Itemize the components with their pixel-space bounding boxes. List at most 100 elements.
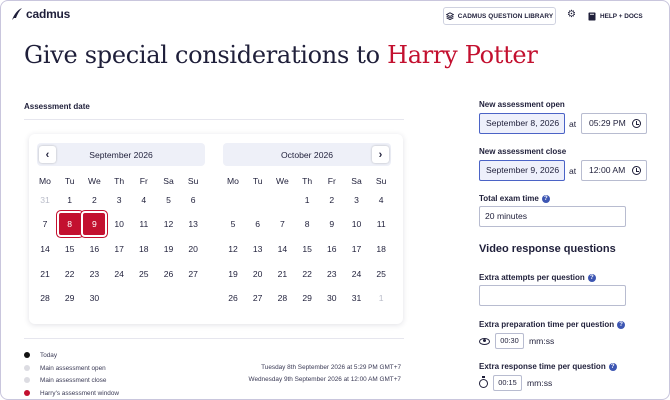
weekday-label: Tu [252, 176, 263, 186]
info-icon[interactable]: ? [587, 273, 596, 282]
new-open-label: New assessment open [479, 100, 565, 109]
calendar-day[interactable]: 7 [271, 213, 293, 235]
calendar-day[interactable]: 2 [321, 189, 343, 211]
calendar-day[interactable]: 7 [34, 213, 56, 235]
calendar-day[interactable]: 13 [247, 238, 269, 260]
extra-attempts-label-text: Extra attempts per question [479, 273, 585, 282]
new-close-label-text: New assessment close [479, 147, 567, 156]
calendar-day[interactable]: 20 [247, 263, 269, 285]
calendar-day[interactable]: 29 [59, 287, 81, 309]
calendar-day[interactable]: 15 [59, 238, 81, 260]
calendar-day[interactable]: 9 [81, 211, 108, 237]
calendar-day[interactable]: 14 [271, 238, 293, 260]
calendar-day[interactable]: 28 [271, 287, 293, 309]
help-docs-label: HELP + DOCS [600, 12, 643, 20]
calendar-day[interactable]: 27 [182, 263, 204, 285]
calendar-day[interactable]: 27 [247, 287, 269, 309]
extra-attempts-label: Extra attempts per question ? [479, 273, 596, 282]
calendar-day[interactable]: 5 [158, 189, 180, 211]
calendar-day[interactable]: 29 [296, 287, 318, 309]
calendar-day[interactable]: 6 [182, 189, 204, 211]
question-library-button[interactable]: CADMUS QUESTION LIBRARY [443, 7, 556, 25]
calendar-day[interactable]: 15 [296, 238, 318, 260]
calendar-day[interactable]: 26 [158, 263, 180, 285]
calendar-day[interactable]: 8 [56, 211, 83, 237]
close-time-input[interactable]: 12:00 AM [581, 160, 647, 181]
legend-item: Harry's assessment window [24, 388, 119, 398]
calendar-day[interactable]: 31 [346, 287, 368, 309]
assessment-date-label: Assessment date [24, 102, 90, 111]
calendar-day[interactable]: 28 [34, 287, 56, 309]
extra-prep-label: Extra preparation time per question ? [479, 320, 626, 329]
legend-divider [24, 338, 404, 339]
calendar-day[interactable]: 2 [83, 189, 105, 211]
close-date-input[interactable]: September 9, 2026 [479, 160, 565, 181]
info-icon[interactable]: ? [617, 320, 626, 329]
calendar-day[interactable]: 3 [346, 189, 368, 211]
calendar-day[interactable]: 17 [346, 238, 368, 260]
calendar-day[interactable]: 24 [346, 263, 368, 285]
calendar-day[interactable]: 18 [370, 238, 392, 260]
extra-prep-input[interactable]: 00:30 [495, 333, 524, 349]
legend-label: Today [40, 351, 58, 359]
calendar-day[interactable]: 19 [222, 263, 244, 285]
calendar-day[interactable]: 21 [271, 263, 293, 285]
calendar-day[interactable]: 11 [370, 213, 392, 235]
calendar-day[interactable]: 1 [296, 189, 318, 211]
calendar-day[interactable]: 16 [83, 238, 105, 260]
calendar-day[interactable]: 1 [59, 189, 81, 211]
calendar-day[interactable]: 19 [158, 238, 180, 260]
calendar-day[interactable]: 12 [158, 213, 180, 235]
info-icon[interactable]: ? [608, 362, 617, 371]
calendar-day[interactable]: 5 [222, 213, 244, 235]
calendar-day[interactable]: 30 [321, 287, 343, 309]
calendar-day[interactable]: 20 [182, 238, 204, 260]
calendar-day[interactable]: 26 [222, 287, 244, 309]
help-docs-button[interactable]: HELP + DOCS [588, 7, 643, 25]
calendar-day[interactable]: 23 [321, 263, 343, 285]
next-month-button[interactable]: › [372, 146, 389, 163]
legend-value: Tuesday 8th September 2026 at 5:29 PM GM… [261, 364, 401, 371]
calendar-day[interactable]: 9 [321, 213, 343, 235]
weekday-label: Th [114, 176, 125, 186]
exam-time-input[interactable]: 20 minutes [479, 206, 626, 227]
weekday-label: We [88, 176, 101, 186]
info-icon[interactable]: ? [541, 194, 550, 203]
calendar-day[interactable]: 6 [247, 213, 269, 235]
legend-dot-icon [24, 352, 30, 358]
calendar-day[interactable]: 18 [133, 238, 155, 260]
cadmus-logo[interactable]: cadmus [11, 7, 70, 21]
calendar-day[interactable]: 17 [108, 238, 130, 260]
section-divider [24, 119, 404, 120]
calendar-day: 31 [40, 195, 50, 205]
calendar-day[interactable]: 10 [346, 213, 368, 235]
calendar-day[interactable]: 14 [34, 238, 56, 260]
calendar-day[interactable]: 3 [108, 189, 130, 211]
calendar-day[interactable]: 12 [222, 238, 244, 260]
open-date-input[interactable]: September 8, 2026 [479, 113, 565, 134]
page-title: Give special considerations to Harry Pot… [24, 41, 538, 69]
calendar-day[interactable]: 16 [321, 238, 343, 260]
page-title-prefix: Give special considerations to [24, 41, 388, 69]
gear-icon[interactable]: ⚙ [567, 10, 577, 20]
prev-month-button[interactable]: ‹ [39, 146, 56, 163]
calendar-day[interactable]: 25 [370, 263, 392, 285]
calendar-day[interactable]: 25 [133, 263, 155, 285]
extra-attempts-input[interactable] [479, 285, 626, 306]
month-name: September 2026 [89, 149, 153, 160]
calendar-day[interactable]: 4 [133, 189, 155, 211]
calendar-day[interactable]: 13 [182, 213, 204, 235]
calendar-day[interactable]: 22 [59, 263, 81, 285]
calendar-day[interactable]: 10 [108, 213, 130, 235]
calendar-day[interactable]: 30 [83, 287, 105, 309]
calendar-day[interactable]: 8 [296, 213, 318, 235]
calendar-day[interactable]: 11 [133, 213, 155, 235]
legend-item: Main assessment close [24, 375, 106, 385]
calendar-day[interactable]: 22 [296, 263, 318, 285]
calendar-day[interactable]: 24 [108, 263, 130, 285]
open-time-input[interactable]: 05:29 PM [581, 113, 647, 134]
calendar-day[interactable]: 23 [83, 263, 105, 285]
extra-response-input[interactable]: 00:15 [493, 375, 522, 391]
calendar-day[interactable]: 4 [370, 189, 392, 211]
calendar-day[interactable]: 21 [34, 263, 56, 285]
